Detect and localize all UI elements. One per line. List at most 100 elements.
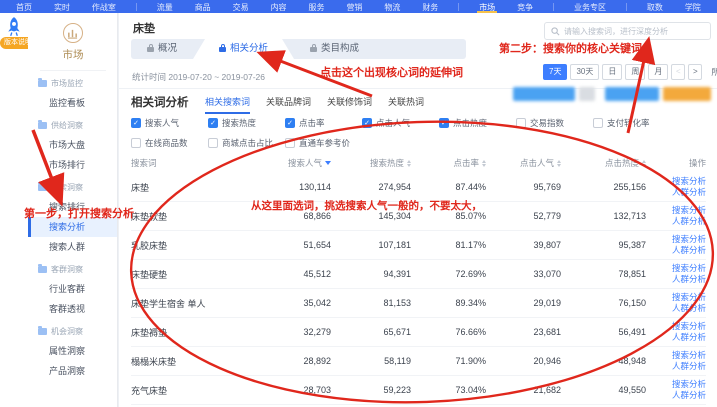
redacted-blue-button[interactable] — [513, 87, 575, 101]
checkbox-unchecked[interactable] — [516, 118, 526, 128]
col-ctr[interactable]: 点击率 — [411, 157, 486, 169]
sidebar-item-search-analysis[interactable]: 搜索分析 — [28, 217, 117, 237]
sidebar-module-title: 市场 — [40, 47, 106, 71]
filter-search-heat[interactable]: ✓搜索热度 — [208, 117, 285, 129]
crowd-analysis-link[interactable]: 人群分析 — [672, 216, 706, 227]
nav-item-trade[interactable]: 交易 — [231, 0, 251, 13]
tab-category-composition[interactable]: 类目构成 — [294, 39, 375, 59]
nav-item-biz-zone[interactable]: 业务专区 — [572, 0, 608, 13]
checkbox-unchecked[interactable] — [131, 138, 141, 148]
value-cell: 73.04% — [411, 385, 486, 395]
sidebar-item-customer-insight[interactable]: 客群透视 — [28, 299, 117, 319]
checkbox-checked[interactable]: ✓ — [439, 118, 449, 128]
checkbox-checked[interactable]: ✓ — [362, 118, 372, 128]
search-analysis-link[interactable]: 搜索分析 — [672, 379, 706, 390]
sidebar-item-search-crowd[interactable]: 搜索人群 — [28, 237, 117, 257]
rocket-icon[interactable] — [3, 16, 25, 38]
search-analysis-link[interactable]: 搜索分析 — [672, 263, 706, 274]
crowd-analysis-link[interactable]: 人群分析 — [672, 390, 706, 401]
nav-item-competition[interactable]: 竞争 — [515, 0, 535, 13]
filter-mall-click-share[interactable]: 商城点击占比 — [208, 137, 285, 149]
checkbox-checked[interactable]: ✓ — [285, 118, 295, 128]
crowd-analysis-link[interactable]: 人群分析 — [672, 361, 706, 372]
filter-pay-conversion[interactable]: 支付转化率 — [593, 117, 670, 129]
crowd-analysis-link[interactable]: 人群分析 — [672, 274, 706, 285]
related-words-table: 搜索词 搜索人气 搜索热度 点击率 点击人气 点击热度 操作 床垫 130,11… — [131, 153, 706, 405]
col-click-heat[interactable]: 点击热度 — [561, 157, 646, 169]
value-cell: 130,114 — [251, 182, 331, 192]
date-btn-month[interactable]: 月 — [648, 64, 668, 80]
metric-filter-row-1: ✓搜索人气 ✓搜索热度 ✓点击率 ✓点击人气 ✓点击热度 交易指数 支付转化率 — [131, 117, 670, 129]
nav-item-content[interactable]: 内容 — [269, 0, 289, 13]
filter-ctr[interactable]: ✓点击率 — [285, 117, 362, 129]
checkbox-checked[interactable]: ✓ — [131, 118, 141, 128]
filter-ztc-ref-price[interactable]: 直通车参考价 — [285, 137, 362, 149]
keyword-cell: 床垫学生宿舍 单人 — [131, 297, 251, 310]
crowd-analysis-link[interactable]: 人群分析 — [672, 332, 706, 343]
stat-time-label: 统计时间 2019-07-20 ~ 2019-07-26 — [132, 71, 265, 83]
nav-item-goods[interactable]: 商品 — [193, 0, 213, 13]
search-analysis-link[interactable]: 搜索分析 — [672, 205, 706, 216]
redacted-orange-button[interactable] — [663, 87, 711, 101]
date-btn-30d[interactable]: 30天 — [570, 64, 599, 80]
search-analysis-link[interactable]: 搜索分析 — [672, 350, 706, 361]
filter-click-popularity[interactable]: ✓点击人气 — [362, 117, 439, 129]
filter-online-items[interactable]: 在线商品数 — [131, 137, 208, 149]
crowd-analysis-link[interactable]: 人群分析 — [672, 187, 706, 198]
filter-trade-index[interactable]: 交易指数 — [516, 117, 593, 129]
search-analysis-link[interactable]: 搜索分析 — [672, 292, 706, 303]
col-click-popularity[interactable]: 点击人气 — [486, 157, 561, 169]
checkbox-unchecked[interactable] — [285, 138, 295, 148]
nav-item-finance[interactable]: 财务 — [420, 0, 440, 13]
checkbox-checked[interactable]: ✓ — [208, 118, 218, 128]
crowd-analysis-link[interactable]: 人群分析 — [672, 245, 706, 256]
nav-item-market[interactable]: 市场 — [477, 0, 497, 13]
table-row: 充气床垫 28,703 59,223 73.04% 21,682 49,550 … — [131, 376, 706, 405]
nav-item-traffic[interactable]: 流量 — [155, 0, 175, 13]
sidebar-item-monitor-board[interactable]: 监控看板 — [28, 93, 117, 113]
tab-related-modifier-words[interactable]: 关联修饰词 — [327, 95, 372, 114]
filter-click-heat[interactable]: ✓点击热度 — [439, 117, 516, 129]
search-analysis-link[interactable]: 搜索分析 — [672, 234, 706, 245]
sidebar-item-industry-customer[interactable]: 行业客群 — [28, 279, 117, 299]
tab-related-brand-words[interactable]: 关联品牌词 — [266, 95, 311, 114]
checkbox-unchecked[interactable] — [208, 138, 218, 148]
terminal-filter-dropdown[interactable]: 所有终端 — [711, 66, 717, 78]
nav-item-realtime[interactable]: 实时 — [52, 0, 72, 13]
sidebar-item-attribute-insight[interactable]: 属性洞察 — [28, 341, 117, 361]
nav-divider — [626, 3, 627, 11]
redacted-blue-button[interactable] — [605, 87, 659, 101]
date-btn-week[interactable]: 周 — [625, 64, 645, 80]
sidebar-item-market-rank[interactable]: 市场排行 — [28, 155, 117, 175]
date-btn-7d[interactable]: 7天 — [543, 64, 567, 80]
search-analysis-link[interactable]: 搜索分析 — [672, 176, 706, 187]
tab-overview[interactable]: 概况 — [131, 39, 193, 59]
nav-item-service[interactable]: 服务 — [307, 0, 327, 13]
nav-item-warroom[interactable]: 作战室 — [90, 0, 118, 13]
metric-filter-row-2: 在线商品数 商城点击占比 直通车参考价 — [131, 137, 362, 149]
sidebar-item-product-insight[interactable]: 产品洞察 — [28, 361, 117, 381]
redacted-gray-button[interactable] — [579, 87, 595, 101]
col-search-popularity[interactable]: 搜索人气 — [251, 157, 331, 169]
tab-related-hot-words[interactable]: 关联热词 — [388, 95, 424, 114]
search-analysis-link[interactable]: 搜索分析 — [672, 321, 706, 332]
nav-item-logistics[interactable]: 物流 — [382, 0, 402, 13]
keyword-cell: 床垫软垫 — [131, 210, 251, 223]
nav-item-home[interactable]: 首页 — [14, 0, 34, 13]
sidebar-item-market-overview[interactable]: 市场大盘 — [28, 135, 117, 155]
value-cell: 85.07% — [411, 211, 486, 221]
filter-search-popularity[interactable]: ✓搜索人气 — [131, 117, 208, 129]
pager-prev-button[interactable]: < — [671, 64, 685, 80]
tab-related-search-words[interactable]: 相关搜索词 — [205, 95, 250, 114]
sidebar-item-search-rank[interactable]: 搜索排行 — [28, 197, 117, 217]
tab-related-analysis[interactable]: 相关分析 — [193, 39, 294, 59]
crowd-analysis-link[interactable]: 人群分析 — [672, 303, 706, 314]
nav-item-academy[interactable]: 学院 — [683, 0, 703, 13]
date-btn-day[interactable]: 日 — [602, 64, 622, 80]
nav-item-data-fetch[interactable]: 取数 — [645, 0, 665, 13]
checkbox-unchecked[interactable] — [593, 118, 603, 128]
nav-item-marketing[interactable]: 营销 — [344, 0, 364, 13]
search-input[interactable] — [564, 27, 704, 36]
pager-next-button[interactable]: > — [688, 64, 702, 80]
col-search-heat[interactable]: 搜索热度 — [331, 157, 411, 169]
